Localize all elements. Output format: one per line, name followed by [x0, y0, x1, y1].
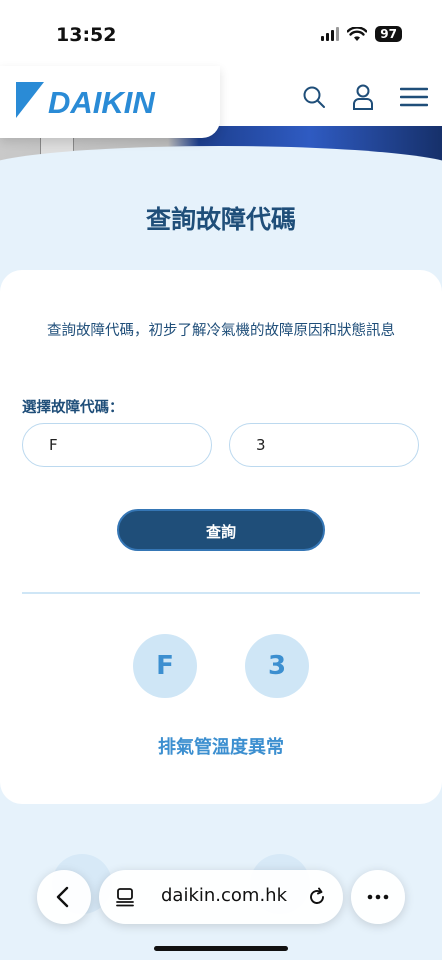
logo-text: DAIKIN: [48, 85, 155, 120]
back-button[interactable]: [37, 870, 91, 924]
logo-card[interactable]: DAIKIN: [0, 66, 220, 138]
code-letter-badge: F: [133, 634, 197, 698]
status-time: 13:52: [56, 24, 117, 46]
daikin-logo: DAIKIN: [16, 82, 155, 120]
error-description: 排氣管溫度異常: [158, 737, 284, 758]
code-number-badge: 3: [245, 634, 309, 698]
more-button[interactable]: [351, 870, 405, 924]
home-indicator: [154, 946, 288, 951]
code-select-letter[interactable]: F: [22, 423, 212, 467]
user-icon[interactable]: [352, 84, 374, 110]
intro-text: 查詢故障代碼，初步了解冷氣機的故障原因和狀態訊息: [47, 323, 395, 339]
url-text: daikin.com.hk: [161, 885, 288, 906]
header-icons: [302, 84, 428, 110]
code-select-letter-value: F: [49, 436, 58, 454]
code-select-number-value: 3: [256, 436, 266, 454]
page-title: 查詢故障代碼: [145, 205, 296, 234]
battery-icon: 97: [375, 26, 402, 42]
error-code-card: 查詢故障代碼，初步了解冷氣機的故障原因和狀態訊息 選擇故障代碼： F 3 查詢 …: [0, 270, 442, 804]
menu-icon[interactable]: [400, 86, 428, 108]
search-button[interactable]: 查詢: [117, 509, 325, 551]
address-bar[interactable]: daikin.com.hk: [99, 870, 343, 924]
status-bar: 13:52 97: [0, 0, 442, 66]
wifi-icon: [347, 26, 368, 41]
divider: [22, 592, 420, 594]
more-icon: [367, 894, 389, 900]
status-icons: 97: [321, 26, 402, 42]
page-menu-icon[interactable]: [115, 887, 135, 907]
signal-icon: [321, 27, 340, 41]
search-icon[interactable]: [302, 85, 326, 109]
select-label: 選擇故障代碼：: [22, 400, 124, 416]
hero-wave: [0, 146, 442, 206]
code-select-number[interactable]: 3: [229, 423, 419, 467]
reload-icon[interactable]: [307, 887, 327, 907]
chevron-left-icon: [56, 886, 69, 908]
